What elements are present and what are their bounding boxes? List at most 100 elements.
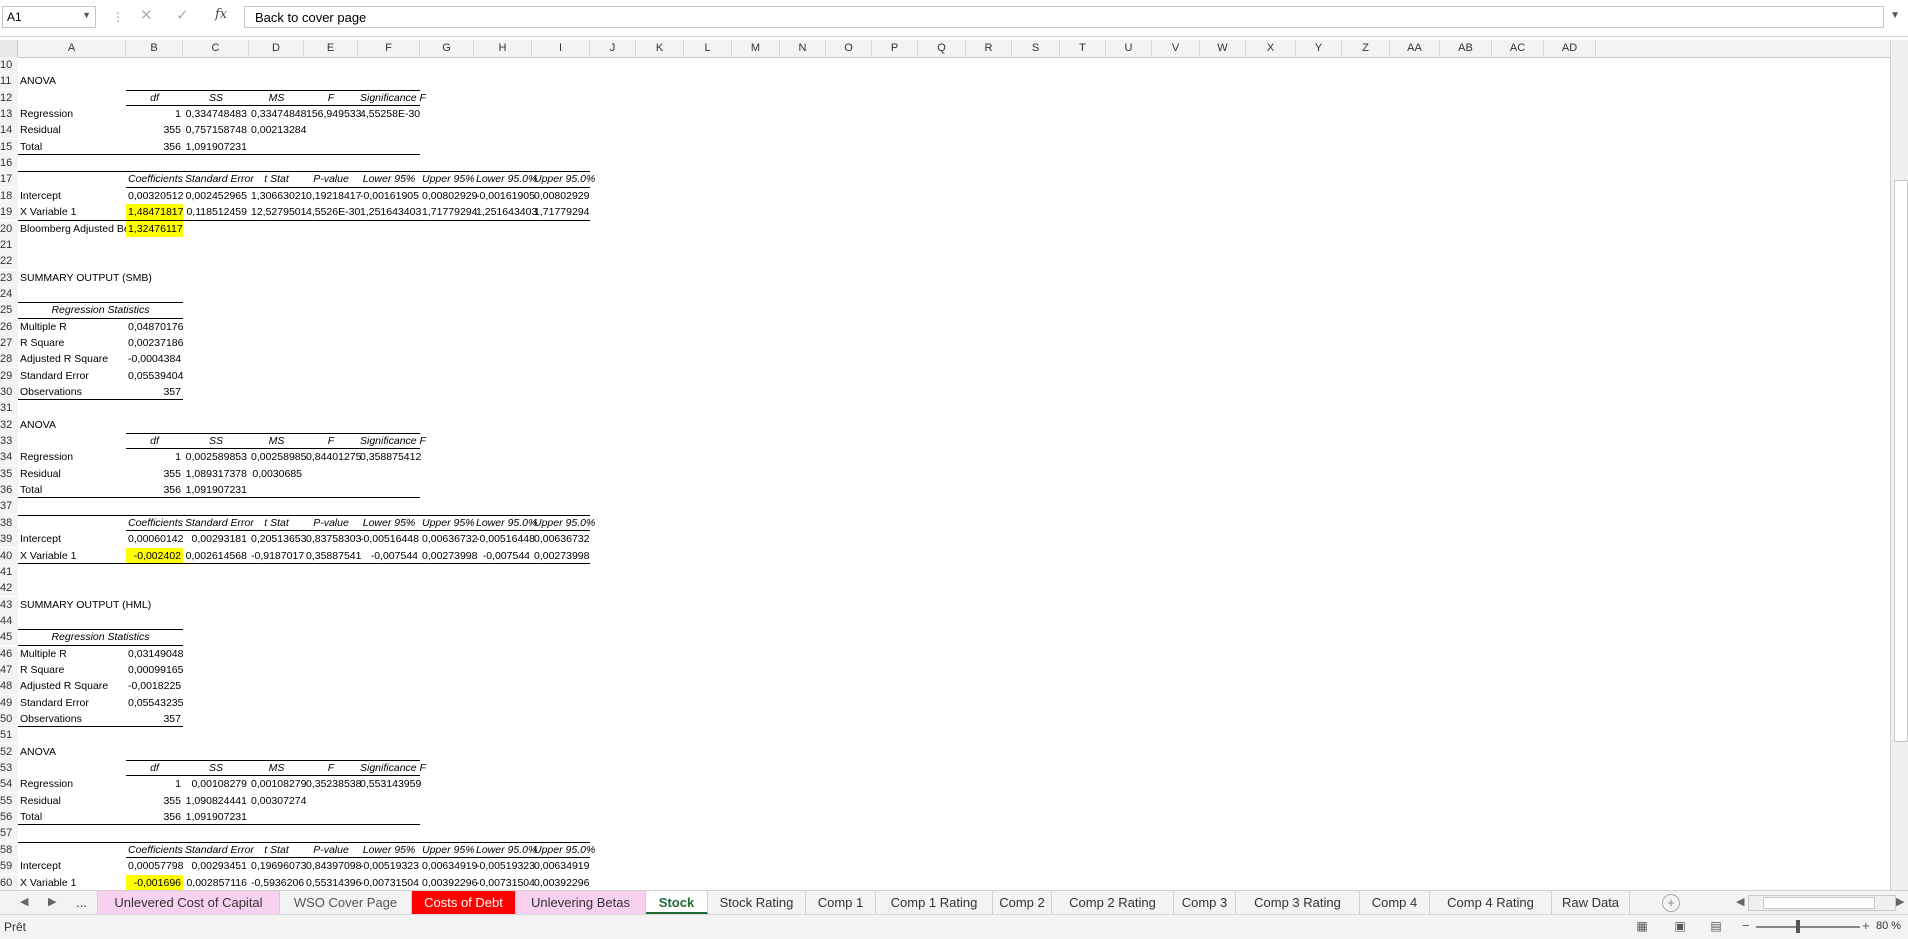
row-header-56[interactable]: 56 (0, 809, 18, 825)
hscroll-left-icon[interactable]: ◀ (1736, 895, 1744, 908)
column-header-q[interactable]: Q (918, 40, 966, 57)
cell-h38[interactable]: Lower 95.0% (474, 515, 532, 531)
column-header-o[interactable]: O (826, 40, 872, 57)
sheet-tab-comp-1[interactable]: Comp 1 (806, 891, 876, 914)
sheet-tab-comp-1-rating[interactable]: Comp 1 Rating (876, 891, 993, 914)
horizontal-scrollbar[interactable] (1748, 895, 1896, 911)
sheet-tab-[interactable]: ... (66, 891, 98, 914)
cell-g19[interactable]: 1,71779294 (420, 204, 474, 220)
cell-c56[interactable]: 1,091907231 (183, 809, 249, 825)
row-header-31[interactable]: 31 (0, 400, 18, 416)
chevron-down-icon[interactable]: ▼ (82, 10, 91, 20)
row-header-36[interactable]: 36 (0, 482, 18, 498)
cell-a48[interactable]: Adjusted R Square (18, 678, 126, 694)
cell-c36[interactable]: 1,091907231 (183, 482, 249, 498)
column-header-p[interactable]: P (872, 40, 918, 57)
cell-f53[interactable]: Significance F (358, 760, 420, 776)
cell-b49[interactable]: 0,05543235 (126, 695, 183, 711)
cell-e53[interactable]: F (304, 760, 358, 776)
column-header-w[interactable]: W (1200, 40, 1246, 57)
column-header-a[interactable]: A (18, 40, 126, 57)
row-header-52[interactable]: 52 (0, 744, 18, 760)
cell-c13[interactable]: 0,334748483 (183, 106, 249, 122)
row-header-16[interactable]: 16 (0, 155, 18, 171)
cell-b27[interactable]: 0,00237186 (126, 335, 183, 351)
column-header-l[interactable]: L (684, 40, 732, 57)
cell-b26[interactable]: 0,04870176 (126, 319, 183, 335)
cell-a46[interactable]: Multiple R (18, 646, 126, 662)
normal-view-icon[interactable]: ▦ (1634, 919, 1650, 933)
name-box[interactable]: A1 ▼ (2, 6, 96, 28)
sheet-tab-comp-3-rating[interactable]: Comp 3 Rating (1236, 891, 1360, 914)
cell-a35[interactable]: Residual (18, 466, 126, 482)
cell-b30[interactable]: 357 (126, 384, 183, 400)
column-header-d[interactable]: D (249, 40, 304, 57)
cell-d40[interactable]: -0,9187017 (249, 548, 304, 564)
cell-a25[interactable]: Regression Statistics (18, 302, 183, 318)
cell-d38[interactable]: t Stat (249, 515, 304, 531)
cell-d19[interactable]: 12,5279501 (249, 204, 304, 220)
row-header-25[interactable]: 25 (0, 302, 18, 318)
cell-f54[interactable]: 0,553143959 (358, 776, 420, 792)
sheet-tab-costs-of-debt[interactable]: Costs of Debt (412, 891, 516, 914)
row-header-42[interactable]: 42 (0, 580, 18, 596)
column-header-g[interactable]: G (420, 40, 474, 57)
cell-f40[interactable]: -0,007544 (358, 548, 420, 564)
cell-e12[interactable]: F (304, 90, 358, 106)
column-header-r[interactable]: R (966, 40, 1012, 57)
row-header-44[interactable]: 44 (0, 613, 18, 629)
row-header-48[interactable]: 48 (0, 678, 18, 694)
column-header-t[interactable]: T (1060, 40, 1106, 57)
sheet-tab-comp-2[interactable]: Comp 2 (993, 891, 1052, 914)
row-header-55[interactable]: 55 (0, 793, 18, 809)
cell-f19[interactable]: 1,251643403 (358, 204, 420, 220)
cell-c59[interactable]: 0,00293451 (183, 858, 249, 874)
cell-f39[interactable]: -0,00516448 (358, 531, 420, 547)
cell-c55[interactable]: 1,090824441 (183, 793, 249, 809)
cell-d54[interactable]: 0,00108279 (249, 776, 304, 792)
cell-b28[interactable]: -0,0004384 (126, 351, 183, 367)
cell-a20[interactable]: Bloomberg Adjusted Beta (18, 221, 126, 237)
cell-h59[interactable]: -0,00519323 (474, 858, 532, 874)
cell-c19[interactable]: 0,118512459 (183, 204, 249, 220)
sheet-tab-unlevering-betas[interactable]: Unlevering Betas (516, 891, 646, 914)
cell-c38[interactable]: Standard Error (183, 515, 249, 531)
cell-c39[interactable]: 0,00293181 (183, 531, 249, 547)
cell-h58[interactable]: Lower 95.0% (474, 842, 532, 858)
cell-e13[interactable]: 156,949533 (304, 106, 358, 122)
cell-a55[interactable]: Residual (18, 793, 126, 809)
row-header-21[interactable]: 21 (0, 237, 18, 253)
cell-f58[interactable]: Lower 95% (358, 842, 420, 858)
cell-g40[interactable]: 0,00273998 (420, 548, 474, 564)
sheet-tab-stock-rating[interactable]: Stock Rating (708, 891, 806, 914)
cell-b34[interactable]: 1 (126, 449, 183, 465)
cell-d17[interactable]: t Stat (249, 171, 304, 187)
cell-f17[interactable]: Lower 95% (358, 171, 420, 187)
formula-input[interactable]: Back to cover page (244, 6, 1884, 28)
row-header-39[interactable]: 39 (0, 531, 18, 547)
column-header-u[interactable]: U (1106, 40, 1152, 57)
zoom-out-icon[interactable]: − (1742, 918, 1750, 933)
cell-a59[interactable]: Intercept (18, 858, 126, 874)
cell-d59[interactable]: 0,19696073 (249, 858, 304, 874)
cell-a11[interactable]: ANOVA (18, 73, 126, 89)
cell-b15[interactable]: 356 (126, 139, 183, 155)
tab-scroll-right-icon[interactable]: ▶ (48, 895, 56, 908)
vertical-scroll-thumb[interactable] (1894, 180, 1908, 742)
cell-i40[interactable]: 0,00273998 (532, 548, 590, 564)
cell-c34[interactable]: 0,002589853 (183, 449, 249, 465)
cell-h18[interactable]: -0,00161905 (474, 188, 532, 204)
sheet-tab-comp-4-rating[interactable]: Comp 4 Rating (1430, 891, 1552, 914)
column-header-z[interactable]: Z (1342, 40, 1390, 57)
row-header-60[interactable]: 60 (0, 875, 18, 891)
cell-f12[interactable]: Significance F (358, 90, 420, 106)
cell-f13[interactable]: 4,55258E-30 (358, 106, 420, 122)
cell-a23[interactable]: SUMMARY OUTPUT (SMB) (18, 270, 183, 286)
row-header-45[interactable]: 45 (0, 629, 18, 645)
cell-e34[interactable]: 0,84401275 (304, 449, 358, 465)
cell-b19[interactable]: 1,48471817 (126, 204, 183, 220)
zoom-level[interactable]: 80 % (1876, 920, 1901, 932)
cell-e18[interactable]: 0,19218417 (304, 188, 358, 204)
cell-f38[interactable]: Lower 95% (358, 515, 420, 531)
column-header-x[interactable]: X (1246, 40, 1296, 57)
